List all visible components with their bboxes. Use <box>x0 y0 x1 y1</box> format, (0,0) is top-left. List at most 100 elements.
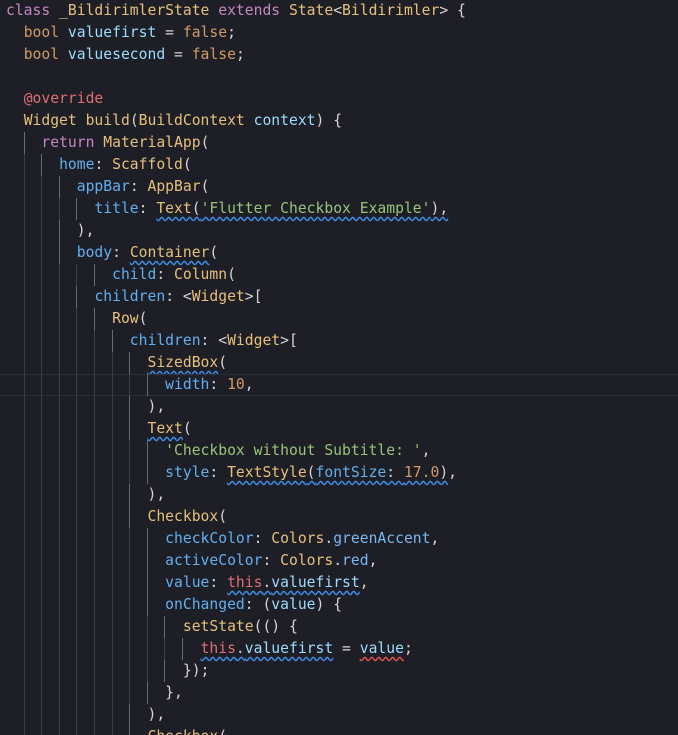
code-line[interactable]: ), <box>0 220 678 242</box>
code-line[interactable]: ), <box>0 484 678 506</box>
indent-guide <box>23 352 25 374</box>
code-line[interactable]: }); <box>0 660 678 682</box>
code-line[interactable]: Checkbox( <box>0 726 678 735</box>
code-token: fontSize <box>315 464 387 481</box>
code-token: setState <box>182 618 254 635</box>
indent-guide <box>111 440 113 462</box>
code-editor[interactable]: class _BildirimlerState extends State<Bi… <box>0 0 678 735</box>
code-line[interactable]: bool valuefirst = false; <box>0 22 678 44</box>
code-line[interactable]: ), <box>0 704 678 726</box>
code-token: . <box>324 530 334 547</box>
code-line[interactable]: children: <Widget>[ <box>0 286 678 308</box>
code-line[interactable]: 'Checkbox without Subtitle: ', <box>0 440 678 462</box>
indent-guide <box>41 682 43 704</box>
code-line[interactable]: appBar: AppBar( <box>0 176 678 198</box>
code-line[interactable]: home: Scaffold( <box>0 154 678 176</box>
code-line[interactable]: onChanged: (value) { <box>0 594 678 616</box>
indent-guide <box>94 660 95 682</box>
indent-guide <box>58 660 60 682</box>
indent-guide <box>94 506 95 528</box>
indent-guide <box>129 506 131 528</box>
code-line[interactable]: SizedBox( <box>0 352 678 374</box>
indent-guide <box>129 616 131 638</box>
indent-guide <box>146 616 148 638</box>
code-line[interactable]: activeColor: Colors.red, <box>0 550 678 572</box>
code-line[interactable]: body: Container( <box>0 242 678 264</box>
code-line[interactable] <box>0 66 678 88</box>
indent-guide <box>129 484 131 506</box>
indent-guide <box>94 638 95 660</box>
code-token: ( <box>200 178 210 195</box>
indent-guide <box>76 506 78 528</box>
indent-guide <box>129 396 131 418</box>
code-line[interactable]: style: TextStyle(fontSize: 17.0), <box>0 462 678 484</box>
indent-guide <box>146 462 148 484</box>
code-token: ) { <box>315 112 343 129</box>
indent-guide <box>129 352 131 374</box>
code-line[interactable]: title: Text('Flutter Checkbox Example'), <box>0 198 678 220</box>
code-line[interactable]: Checkbox( <box>0 506 678 528</box>
indent-guide <box>94 462 95 484</box>
indent-guide <box>58 220 60 242</box>
code-line[interactable]: return MaterialApp( <box>0 132 678 154</box>
code-token: Bildirimler <box>342 2 440 19</box>
indent-guide <box>76 462 78 484</box>
indent-guide <box>129 638 131 660</box>
indent-guide <box>23 132 25 154</box>
code-line[interactable]: }, <box>0 682 678 704</box>
code-token: style <box>165 464 210 481</box>
indent-guide <box>58 682 60 704</box>
code-token: , <box>430 530 440 547</box>
code-line[interactable]: children: <Widget>[ <box>0 330 678 352</box>
code-line[interactable]: Widget build(BuildContext context) { <box>0 110 678 132</box>
indent-guide <box>111 704 113 726</box>
code-line[interactable]: Text( <box>0 418 678 440</box>
indent-guide <box>58 726 60 735</box>
indent-guide <box>58 506 60 528</box>
indent-guide <box>58 176 60 198</box>
code-token: Colors <box>271 530 325 547</box>
indent-guide <box>76 660 78 682</box>
code-line[interactable]: setState(() { <box>0 616 678 638</box>
indent-guide <box>76 572 78 594</box>
indent-guide <box>94 550 95 572</box>
indent-guide <box>129 550 131 572</box>
code-token: valuesecond <box>67 46 166 63</box>
indent-guide <box>23 154 25 176</box>
code-token: this <box>227 574 263 591</box>
code-line[interactable]: checkColor: Colors.greenAccent, <box>0 528 678 550</box>
indent-guide <box>94 528 95 550</box>
indent-guide <box>23 462 25 484</box>
code-token: Row <box>112 310 139 327</box>
code-token: onChanged <box>165 596 245 613</box>
code-token: value <box>359 640 404 657</box>
indent-guide <box>58 330 60 352</box>
code-line[interactable]: @override <box>0 88 678 110</box>
indent-guide <box>111 418 113 440</box>
code-line[interactable]: class _BildirimlerState extends State<Bi… <box>0 0 678 22</box>
indent-guide <box>146 682 148 704</box>
code-line[interactable]: Row( <box>0 308 678 330</box>
code-line[interactable]: bool valuesecond = false; <box>0 44 678 66</box>
code-token: . <box>235 640 245 657</box>
code-token: class <box>6 2 60 19</box>
code-line[interactable]: value: this.valuefirst, <box>0 572 678 594</box>
indent-guide <box>58 594 60 616</box>
indent-guide <box>111 330 113 352</box>
code-token: Container <box>129 244 210 261</box>
indent-guide <box>76 550 78 572</box>
indent-guide <box>111 550 113 572</box>
code-line[interactable]: child: Column( <box>0 264 678 286</box>
indent-guide <box>23 418 25 440</box>
indent-guide <box>41 352 43 374</box>
code-token: , <box>448 464 458 481</box>
code-token: ( <box>218 728 227 735</box>
code-token: = <box>156 24 183 41</box>
code-line[interactable]: this.valuefirst = value; <box>0 638 678 660</box>
code-token: : <box>209 376 228 393</box>
code-line[interactable]: width: 10, <box>0 374 678 396</box>
code-token: : <box>209 574 228 591</box>
code-token: : <box>253 530 272 547</box>
code-line[interactable]: ), <box>0 396 678 418</box>
